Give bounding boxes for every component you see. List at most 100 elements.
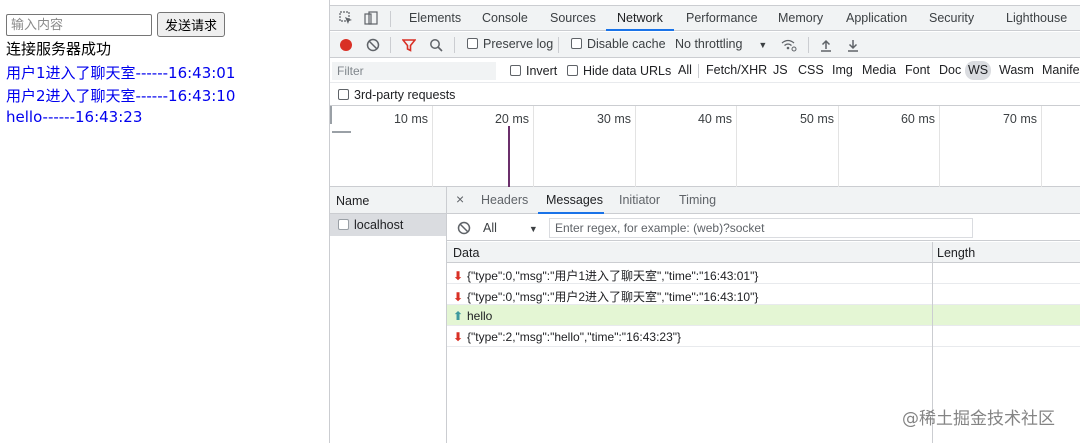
timeline-gridline [1041,106,1042,187]
column-header-data[interactable]: Data [453,246,479,260]
devtools-tabbar: Elements Console Sources Network Perform… [330,5,1080,31]
export-har-icon[interactable] [846,38,860,52]
timeline-tick-label: 60 ms [900,112,935,126]
type-filter-manifest[interactable]: Manife [1039,61,1080,80]
throttling-value: No throttling [675,37,743,51]
timeline-gridline [838,106,839,187]
dropdown-caret-icon: ▼ [528,224,538,234]
message-input[interactable] [6,14,152,36]
timeline-gridline [533,106,534,187]
timeline-event-marker [508,126,510,187]
name-column-header[interactable]: Name [330,187,446,214]
timeline-tick-label: 40 ms [697,112,732,126]
timeline-tick-label: 70 ms [1002,112,1037,126]
device-toolbar-icon[interactable] [364,11,378,25]
timeline-gridline [939,106,940,187]
invert-label: Invert [526,64,558,78]
hide-data-urls-checkbox[interactable]: Hide data URLs [567,64,671,78]
message-data: hello [467,309,493,323]
preserve-log-label: Preserve log [483,37,554,51]
detail-tab-messages[interactable]: Messages [546,193,603,207]
throttling-select[interactable]: No throttling ▼ [675,37,767,51]
received-arrow-icon: ⬇ [453,330,464,344]
tab-security[interactable]: Security [929,11,974,25]
message-row-received[interactable]: ⬇ {"type":2,"msg":"hello","time":"16:43:2… [447,326,1080,347]
message-type-select[interactable]: All ▼ [483,221,538,235]
tab-memory[interactable]: Memory [778,11,823,25]
checkbox-icon [571,38,582,49]
timeline-tick-label: 10 ms [393,112,428,126]
checkbox-icon [567,65,578,76]
devtools-panel: Elements Console Sources Network Perform… [329,0,1080,443]
hide-data-urls-label: Hide data URLs [583,64,672,78]
network-toolbar: Preserve log Disable cache No throttling… [330,32,1080,58]
inspect-element-icon[interactable] [339,11,353,25]
message-data: {"type":0,"msg":"用户2进入了聊天室","time":"16:4… [467,290,759,304]
tab-elements[interactable]: Elements [409,11,461,25]
type-filter-js[interactable]: JS [770,61,791,80]
message-data: {"type":0,"msg":"用户1进入了聊天室","time":"16:4… [467,269,759,283]
detail-tab-timing[interactable]: Timing [679,193,716,207]
type-filter-font[interactable]: Font [902,61,933,80]
timeline-tick-label: 20 ms [494,112,529,126]
tab-performance[interactable]: Performance [686,11,758,25]
tab-console[interactable]: Console [482,11,528,25]
timeline-gridline [736,106,737,187]
tab-network[interactable]: Network [617,11,663,25]
request-row-localhost[interactable]: localhost [330,214,446,236]
third-party-requests-checkbox[interactable]: 3rd-party requests [338,88,455,102]
detail-tabbar: × Headers Messages Initiator Timing [447,187,1080,214]
active-tab-indicator [606,29,674,31]
type-filter-doc[interactable]: Doc [936,61,964,80]
tab-sources[interactable]: Sources [550,11,596,25]
import-har-icon[interactable] [819,38,833,52]
dropdown-caret-icon: ▼ [758,40,768,50]
message-row-received[interactable]: ⬇ {"type":0,"msg":"用户2进入了聊天室","time":"16:… [447,284,1080,305]
type-filter-media[interactable]: Media [859,61,899,80]
invert-checkbox[interactable]: Invert [510,64,557,78]
network-filter-bar: Invert Hide data URLs All Fetch/XHR JS C… [330,59,1080,83]
third-party-bar: 3rd-party requests [330,84,1080,106]
checkbox-icon [510,65,521,76]
watermark: @稀土掘金技术社区 [902,409,1055,429]
web-page: 发送请求 连接服务器成功 用户1进入了聊天室------16:43:01 用户2… [0,0,329,443]
clear-icon[interactable] [366,38,380,52]
messages-table-header: Data Length [447,242,1080,263]
checkbox-icon [467,38,478,49]
timeline-start-marker [330,106,332,124]
chat-message: 用户1进入了聊天室------16:43:01 [6,64,236,82]
chat-message: hello------16:43:23 [6,108,143,126]
send-request-button[interactable]: 发送请求 [157,12,225,37]
column-header-length[interactable]: Length [937,246,975,260]
message-row-sent[interactable]: ⬆ hello [447,305,1080,326]
message-regex-input[interactable] [549,218,973,238]
filter-icon[interactable] [401,38,417,52]
type-filter-ws[interactable]: WS [965,61,992,80]
close-detail-button[interactable]: × [456,191,464,207]
message-data: {"type":2,"msg":"hello","time":"16:43:23… [467,330,682,344]
type-filter-img[interactable]: Img [829,61,856,80]
disable-cache-checkbox[interactable]: Disable cache [571,37,666,51]
message-row-received[interactable]: ⬇ {"type":0,"msg":"用户1进入了聊天室","time":"16:… [447,263,1080,284]
type-filter-wasm[interactable]: Wasm [996,61,1037,80]
search-icon[interactable] [429,38,443,52]
clear-messages-icon[interactable] [457,221,471,235]
request-name: localhost [354,218,404,232]
preserve-log-checkbox[interactable]: Preserve log [467,37,553,51]
detail-tab-initiator[interactable]: Initiator [619,193,660,207]
third-party-requests-label: 3rd-party requests [354,88,456,102]
tab-application[interactable]: Application [846,11,907,25]
connection-status: 连接服务器成功 [6,40,112,58]
filter-input[interactable] [332,62,496,80]
record-icon[interactable] [339,38,353,52]
tab-lighthouse[interactable]: Lighthouse [1006,11,1067,25]
checkbox-icon [338,89,349,100]
type-filter-css[interactable]: CSS [795,61,827,80]
detail-tab-headers[interactable]: Headers [481,193,528,207]
received-arrow-icon: ⬇ [453,290,464,304]
network-conditions-icon[interactable] [781,38,797,52]
chat-message: 用户2进入了聊天室------16:43:10 [6,87,236,105]
type-filter-all[interactable]: All [675,61,695,80]
type-filter-fetch-xhr[interactable]: Fetch/XHR [703,61,770,80]
timeline-gridline [635,106,636,187]
